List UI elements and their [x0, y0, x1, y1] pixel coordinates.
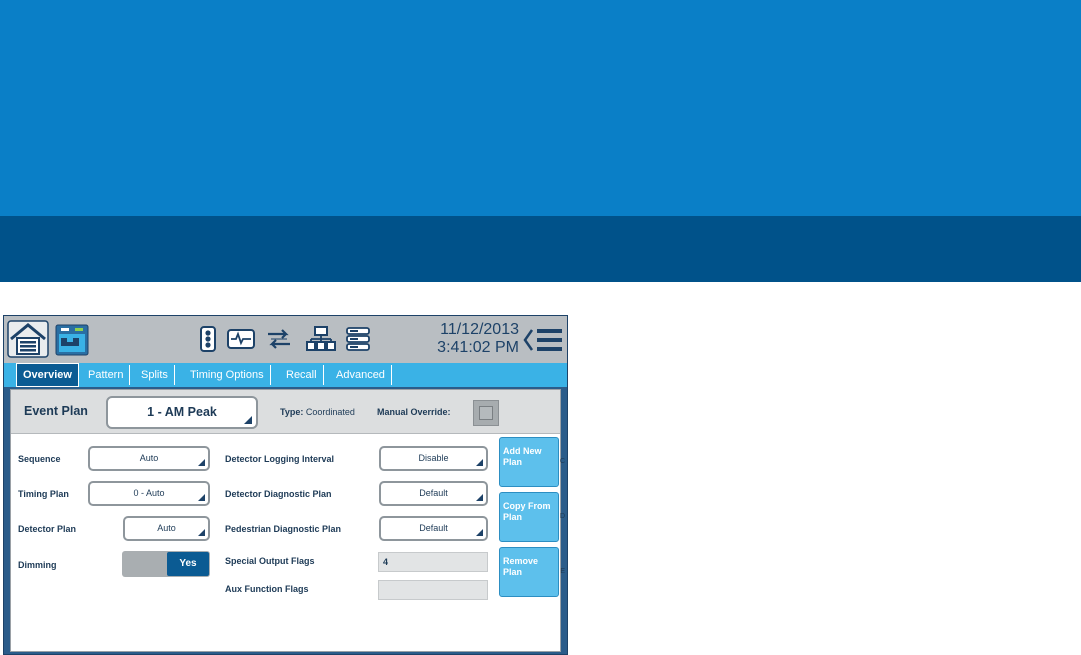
- detector-logging-label: Detector Logging Interval: [225, 454, 335, 464]
- dropdown-corner-icon: [476, 459, 483, 466]
- transfer-arrows-icon[interactable]: [265, 326, 293, 352]
- add-new-plan-line2: Plan: [503, 457, 523, 467]
- storage-list-icon[interactable]: [346, 326, 370, 352]
- detector-logging-select[interactable]: Disable: [379, 446, 488, 471]
- detector-logging-value: Disable: [418, 453, 449, 463]
- remove-plan-line1: Remove: [503, 556, 539, 566]
- signal-light-icon[interactable]: [200, 326, 216, 352]
- dropdown-corner-icon: [198, 494, 205, 501]
- remove-plan-button[interactable]: Remove Plan E: [499, 547, 565, 597]
- back-chevron-icon: [523, 329, 534, 351]
- top-bar: 11/12/2013 3:41:02 PM: [4, 316, 567, 364]
- home-icon[interactable]: [7, 320, 49, 358]
- dropdown-corner-icon: [198, 459, 205, 466]
- dropdown-corner-icon: [198, 529, 205, 536]
- sequence-value: Auto: [139, 453, 159, 463]
- controller-app-icon[interactable]: [55, 324, 89, 356]
- controller-screen: 11/12/2013 3:41:02 PM Overview Pattern S…: [3, 315, 568, 655]
- add-new-plan-line1: Add New: [503, 446, 542, 456]
- special-output-flags-label: Special Output Flags: [225, 556, 315, 566]
- copy-from-plan-line1: Copy From: [503, 501, 551, 511]
- pedestrian-diagnostic-select[interactable]: Default: [379, 516, 488, 541]
- detector-diagnostic-select[interactable]: Default: [379, 481, 488, 506]
- dropdown-corner-icon: [244, 416, 252, 424]
- detector-diagnostic-value: Default: [419, 488, 448, 498]
- type-label: Type:: [280, 407, 304, 417]
- plan-type: Type: Coordinated: [280, 407, 355, 417]
- tab-bar: Overview Pattern Splits Timing Options R…: [4, 363, 567, 387]
- detector-plan-value: Auto: [157, 523, 176, 533]
- detector-diagnostic-label: Detector Diagnostic Plan: [225, 489, 332, 499]
- pedestrian-diagnostic-value: Default: [419, 523, 448, 533]
- timing-plan-label: Timing Plan: [18, 489, 69, 499]
- overview-panel: Event Plan 1 - AM Peak Type: Coordinated…: [10, 389, 565, 652]
- special-output-flags-field[interactable]: 4: [378, 552, 488, 572]
- remove-plan-key: E: [560, 568, 565, 575]
- add-new-plan-key: C: [559, 458, 565, 465]
- timing-plan-select[interactable]: 0 - Auto: [88, 481, 210, 506]
- manual-override-checkbox[interactable]: [473, 400, 499, 426]
- copy-from-plan-key: D: [559, 513, 565, 520]
- tab-splits[interactable]: Splits: [135, 365, 175, 385]
- date-text: 11/12/2013: [440, 321, 519, 338]
- time-text: 3:41:02 PM: [437, 339, 519, 356]
- aux-function-flags-field[interactable]: [378, 580, 488, 600]
- add-new-plan-button[interactable]: Add New Plan C: [499, 437, 565, 487]
- tab-timing-options[interactable]: Timing Options: [184, 365, 271, 385]
- sequence-label: Sequence: [18, 454, 61, 464]
- manual-override-label: Manual Override:: [377, 407, 451, 417]
- event-plan-value: 1 - AM Peak: [147, 405, 217, 419]
- date-time-display: 11/12/2013 3:41:02 PM: [437, 321, 519, 357]
- copy-from-plan-line2: Plan: [503, 512, 523, 522]
- aux-function-flags-label: Aux Function Flags: [225, 584, 309, 594]
- type-value: Coordinated: [305, 407, 355, 417]
- event-plan-header: Event Plan 1 - AM Peak Type: Coordinated…: [11, 390, 560, 434]
- event-plan-select[interactable]: 1 - AM Peak: [106, 396, 258, 429]
- dropdown-corner-icon: [476, 494, 483, 501]
- dimming-toggle-value: Yes: [167, 552, 209, 576]
- timing-plan-value: 0 - Auto: [133, 488, 165, 498]
- sequence-select[interactable]: Auto: [88, 446, 210, 471]
- dimming-toggle[interactable]: Yes: [122, 551, 210, 577]
- network-icon[interactable]: [306, 326, 336, 352]
- tab-recall[interactable]: Recall: [280, 365, 324, 385]
- header-banner: [0, 0, 1081, 216]
- dimming-label: Dimming: [18, 560, 57, 570]
- header-banner-strip: [0, 216, 1081, 282]
- remove-plan-line2: Plan: [503, 567, 523, 577]
- tab-pattern[interactable]: Pattern: [82, 365, 131, 385]
- pedestrian-diagnostic-label: Pedestrian Diagnostic Plan: [225, 524, 342, 534]
- detector-plan-label: Detector Plan: [18, 524, 77, 534]
- tab-advanced[interactable]: Advanced: [330, 365, 392, 385]
- waveform-icon[interactable]: [227, 326, 255, 352]
- dropdown-corner-icon: [476, 529, 483, 536]
- event-plan-label: Event Plan: [24, 404, 88, 418]
- hamburger-menu-icon[interactable]: [522, 325, 564, 355]
- tab-overview[interactable]: Overview: [16, 363, 79, 387]
- copy-from-plan-button[interactable]: Copy From Plan D: [499, 492, 565, 542]
- detector-plan-select[interactable]: Auto: [123, 516, 210, 541]
